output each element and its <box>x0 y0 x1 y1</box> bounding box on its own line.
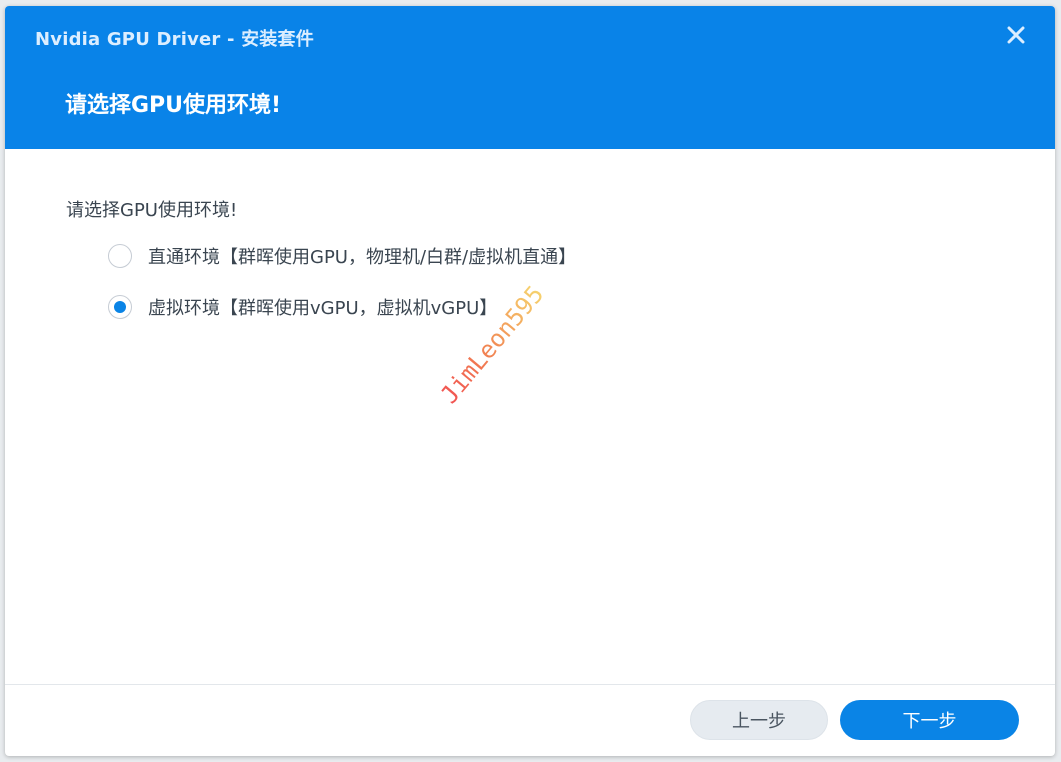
window-title: Nvidia GPU Driver - 安装套件 <box>35 29 314 50</box>
radio-label-virtual: 虚拟环境【群晖使用vGPU，虚拟机vGPU】 <box>148 298 498 319</box>
radio-option-passthrough[interactable]: 直通环境【群晖使用GPU，物理机/白群/虚拟机直通】 <box>108 243 576 269</box>
close-icon[interactable] <box>1005 24 1027 46</box>
radio-option-virtual[interactable]: 虚拟环境【群晖使用vGPU，虚拟机vGPU】 <box>108 294 497 320</box>
radio-button-virtual[interactable] <box>108 295 132 319</box>
previous-step-button[interactable]: 上一步 <box>690 700 828 740</box>
dialog-header: Nvidia GPU Driver - 安装套件 请选择GPU使用环境! <box>5 6 1055 149</box>
next-step-button[interactable]: 下一步 <box>840 700 1019 740</box>
footer-divider <box>5 684 1055 685</box>
dialog-content: 请选择GPU使用环境! 直通环境【群晖使用GPU，物理机/白群/虚拟机直通】 虚… <box>5 149 1055 684</box>
radio-label-passthrough: 直通环境【群晖使用GPU，物理机/白群/虚拟机直通】 <box>148 247 577 268</box>
radio-button-passthrough[interactable] <box>108 244 132 268</box>
page-title: 请选择GPU使用环境! <box>65 93 282 118</box>
install-dialog: Nvidia GPU Driver - 安装套件 请选择GPU使用环境! 请选择… <box>5 6 1055 756</box>
prompt-text: 请选择GPU使用环境! <box>66 200 238 221</box>
